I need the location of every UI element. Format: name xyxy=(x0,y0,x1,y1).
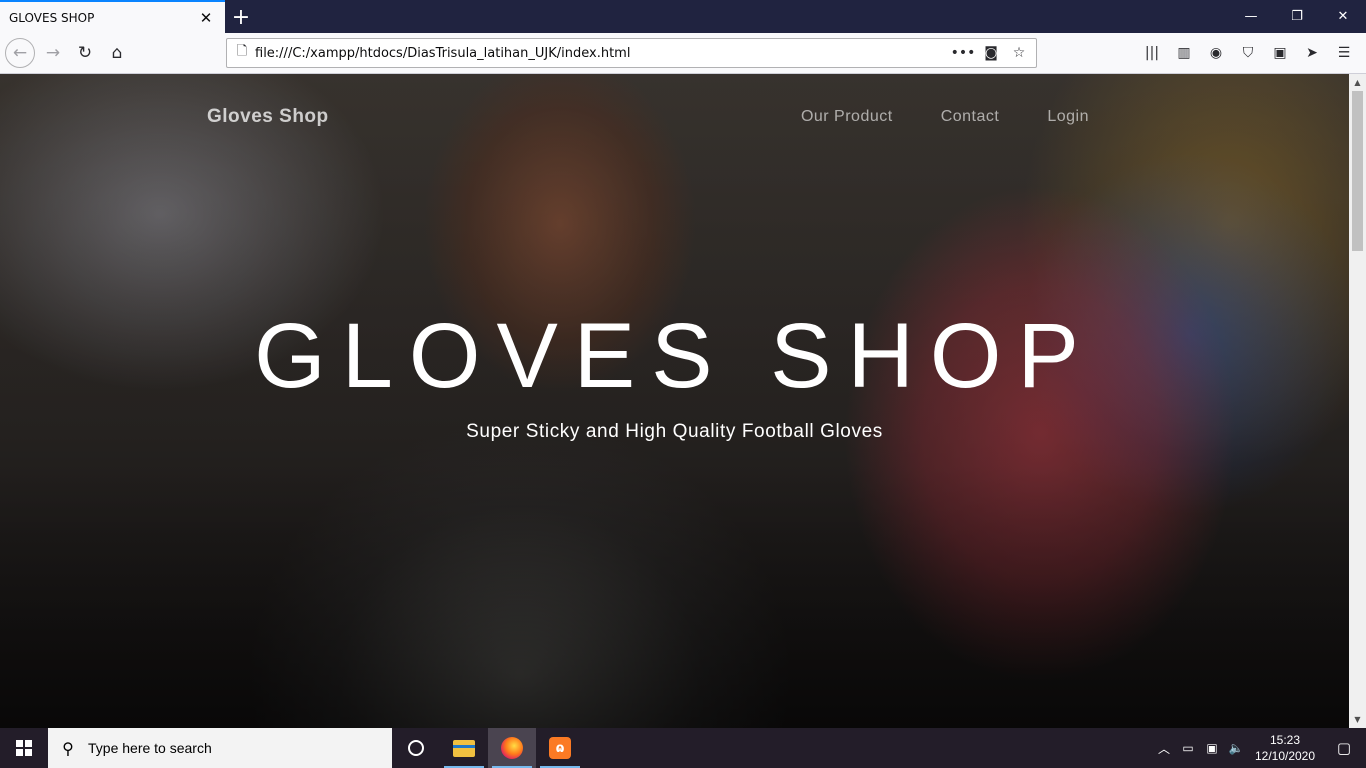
page-viewport: Gloves Shop Our Product Contact Login GL… xyxy=(0,74,1349,728)
firefox-icon xyxy=(501,737,523,759)
forward-icon[interactable]: → xyxy=(38,38,68,68)
network-icon[interactable]: ▣ xyxy=(1200,741,1224,755)
search-icon: ⚲ xyxy=(62,738,74,758)
back-icon[interactable]: ← xyxy=(5,38,35,68)
url-actions: ••• ◙ ☆ xyxy=(951,42,1030,64)
site-menu: Our Product Contact Login xyxy=(801,108,1089,126)
toolbar-right: ||| ▥ ◉ ⛉ ▣ ➤ ☰ xyxy=(1138,38,1358,68)
browser-tab[interactable]: GLOVES SHOP ✕ xyxy=(0,0,225,33)
bookmark-star-icon[interactable]: ☆ xyxy=(1008,42,1030,64)
nav-our-product[interactable]: Our Product xyxy=(801,108,893,126)
system-tray: ︿ ▭ ▣ 🔈 15:23 12/10/2020 ▢ xyxy=(1152,728,1366,768)
cortana-icon xyxy=(408,740,424,756)
volume-icon[interactable]: 🔈 xyxy=(1224,741,1248,755)
extension-icon[interactable]: ▣ xyxy=(1266,38,1294,68)
start-button[interactable] xyxy=(0,728,48,768)
page-actions-icon[interactable]: ••• xyxy=(951,42,976,64)
address-bar[interactable]: 🗋 file:///C:/xampp/htdocs/DiasTrisula_la… xyxy=(226,38,1037,68)
scroll-thumb[interactable] xyxy=(1352,91,1363,251)
clock-date: 12/10/2020 xyxy=(1254,749,1316,763)
cortana-button[interactable] xyxy=(392,728,440,768)
hero-subtitle: Super Sticky and High Quality Football G… xyxy=(466,421,883,442)
nav-login[interactable]: Login xyxy=(1047,108,1089,126)
close-window-button[interactable]: ✕ xyxy=(1320,0,1366,33)
site-navbar: Gloves Shop Our Product Contact Login xyxy=(0,74,1349,164)
account-icon[interactable]: ◉ xyxy=(1202,38,1230,68)
windows-logo-icon xyxy=(16,740,32,756)
tab-title: GLOVES SHOP xyxy=(9,10,95,25)
battery-icon[interactable]: ▭ xyxy=(1176,741,1200,755)
browser-toolbar: ← → ↻ ⌂ 🗋 file:///C:/xampp/htdocs/DiasTr… xyxy=(0,33,1366,74)
taskbar-firefox[interactable] xyxy=(488,728,536,768)
minimize-button[interactable]: — xyxy=(1228,0,1274,33)
xampp-icon: ɷ xyxy=(549,737,571,759)
hero-title: GLOVES SHOP xyxy=(254,305,1095,407)
taskbar-search[interactable]: ⚲ Type here to search xyxy=(48,728,392,768)
library-icon[interactable]: ||| xyxy=(1138,38,1166,68)
scroll-down-arrow-icon[interactable]: ▼ xyxy=(1349,711,1366,728)
scroll-up-arrow-icon[interactable]: ▲ xyxy=(1349,74,1366,91)
window-controls: — ❐ ✕ xyxy=(1228,0,1366,33)
close-tab-icon[interactable]: ✕ xyxy=(195,7,217,29)
sidebar-icon[interactable]: ▥ xyxy=(1170,38,1198,68)
pocket-icon[interactable]: ◙ xyxy=(980,42,1002,64)
page-scrollbar[interactable]: ▲ ▼ xyxy=(1349,74,1366,728)
new-tab-button[interactable]: + xyxy=(228,4,254,30)
page-icon: 🗋 xyxy=(236,44,248,59)
ublock-icon[interactable]: ⛉ xyxy=(1234,38,1262,68)
nav-contact[interactable]: Contact xyxy=(941,108,1000,126)
clock[interactable]: 15:23 12/10/2020 xyxy=(1248,732,1322,764)
url-text[interactable]: file:///C:/xampp/htdocs/DiasTrisula_lati… xyxy=(255,46,952,61)
home-icon[interactable]: ⌂ xyxy=(102,38,132,68)
restore-button[interactable]: ❐ xyxy=(1274,0,1320,33)
search-placeholder: Type here to search xyxy=(88,740,212,756)
menu-icon[interactable]: ☰ xyxy=(1330,38,1358,68)
reload-icon[interactable]: ↻ xyxy=(70,38,100,68)
send-icon[interactable]: ➤ xyxy=(1298,38,1326,68)
windows-taskbar: ⚲ Type here to search ɷ ︿ ▭ ▣ 🔈 15:23 12… xyxy=(0,728,1366,768)
taskbar-file-explorer[interactable] xyxy=(440,728,488,768)
file-explorer-icon xyxy=(453,739,475,757)
clock-time: 15:23 xyxy=(1269,733,1301,747)
brand-link[interactable]: Gloves Shop xyxy=(207,106,329,128)
browser-tab-bar: GLOVES SHOP ✕ + — ❐ ✕ xyxy=(0,0,1366,33)
taskbar-xampp[interactable]: ɷ xyxy=(536,728,584,768)
notifications-icon[interactable]: ▢ xyxy=(1322,739,1366,757)
chevron-up-icon[interactable]: ︿ xyxy=(1152,740,1176,757)
